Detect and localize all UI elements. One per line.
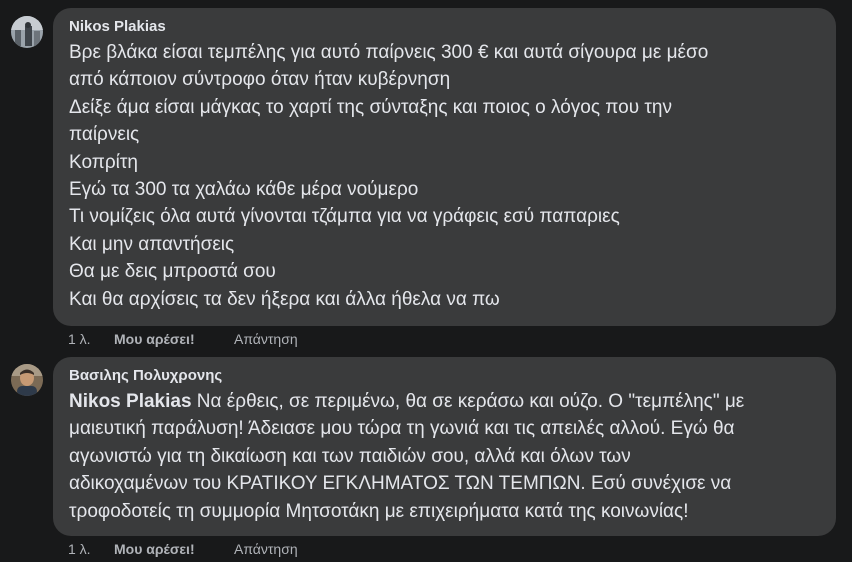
avatar-image	[11, 364, 43, 396]
comment-text-line: αγωνιστώ για τη δικαίωση και των παιδιών…	[69, 445, 631, 467]
comment-text-line: Και θα αρχίσεις τα δεν ήξερα και άλλα ήθ…	[69, 288, 500, 310]
reply-button[interactable]: Απάντηση	[234, 540, 298, 558]
comment-text-line: τροφοδοτείς τη συμμορία Μητσοτάκη με επι…	[69, 500, 689, 522]
comment-actions: 1 λ. Μου αρέσει! Απάντηση	[68, 540, 298, 558]
comment-text-line: Βρε βλάκα είσαι τεμπέλης για αυτό παίρνε…	[69, 42, 709, 63]
comment-text-line: Θα με δεις μπροστά σου	[69, 261, 276, 283]
comment-text-line: μαιευτική παράλυση! Άδειασε μου τώρα τη …	[69, 418, 735, 440]
mention-link[interactable]: Nikos Plakias	[69, 391, 192, 412]
comment-text-line: Δείξε άμα είσαι μάγκας το χαρτί της σύντ…	[69, 96, 672, 118]
like-button[interactable]: Μου αρέσει!	[114, 540, 234, 558]
avatar[interactable]	[11, 364, 43, 396]
comment-text-segment: Να έρθεις, σε περιμένω, θα σε κεράσω και…	[191, 391, 745, 412]
comment-text-line: Τι νομίζεις όλα αυτά γίνονται τζάμπα για…	[69, 206, 620, 228]
comment-text-line: παίρνεις	[69, 124, 140, 146]
comment-author[interactable]: Nikos Plakias	[69, 17, 820, 37]
comment-text-line: Και μην απαντήσεις	[69, 233, 235, 255]
comment-timestamp[interactable]: 1 λ.	[68, 540, 114, 558]
avatar[interactable]	[11, 16, 43, 48]
comment-timestamp[interactable]: 1 λ.	[68, 330, 114, 348]
comment-bubble: Nikos Plakias Βρε βλάκα είσαι τεμπέλης γ…	[53, 8, 836, 326]
reply-button[interactable]: Απάντηση	[234, 330, 298, 348]
comment-text-line: Nikos Plakias Να έρθεις, σε περιμένω, θα…	[69, 388, 820, 415]
comment-bubble: Βασιλης Πολυχρονης Nikos Plakias Να έρθε…	[53, 357, 836, 536]
comment-author[interactable]: Βασιλης Πολυχρονης	[69, 366, 820, 386]
comment-text-line: Εγώ τα 300 τα χαλάω κάθε μέρα νούμερο	[69, 179, 419, 201]
comment-text-line: αδικοχαμένων του ΚΡΑΤΙΚΟΥ ΕΓΚΛΗΜΑΤΟΣ ΤΩΝ…	[69, 473, 732, 495]
like-button[interactable]: Μου αρέσει!	[114, 330, 234, 348]
comment-thread: Nikos Plakias Βρε βλάκα είσαι τεμπέλης γ…	[0, 0, 852, 562]
comment-text-line: Κοπρίτη	[69, 151, 138, 173]
comment-actions: 1 λ. Μου αρέσει! Απάντηση	[68, 330, 298, 348]
comment-text-line: από κάποιον σύντροφο όταν ήταν κυβέρνηση	[69, 69, 451, 91]
avatar-image	[11, 16, 43, 48]
